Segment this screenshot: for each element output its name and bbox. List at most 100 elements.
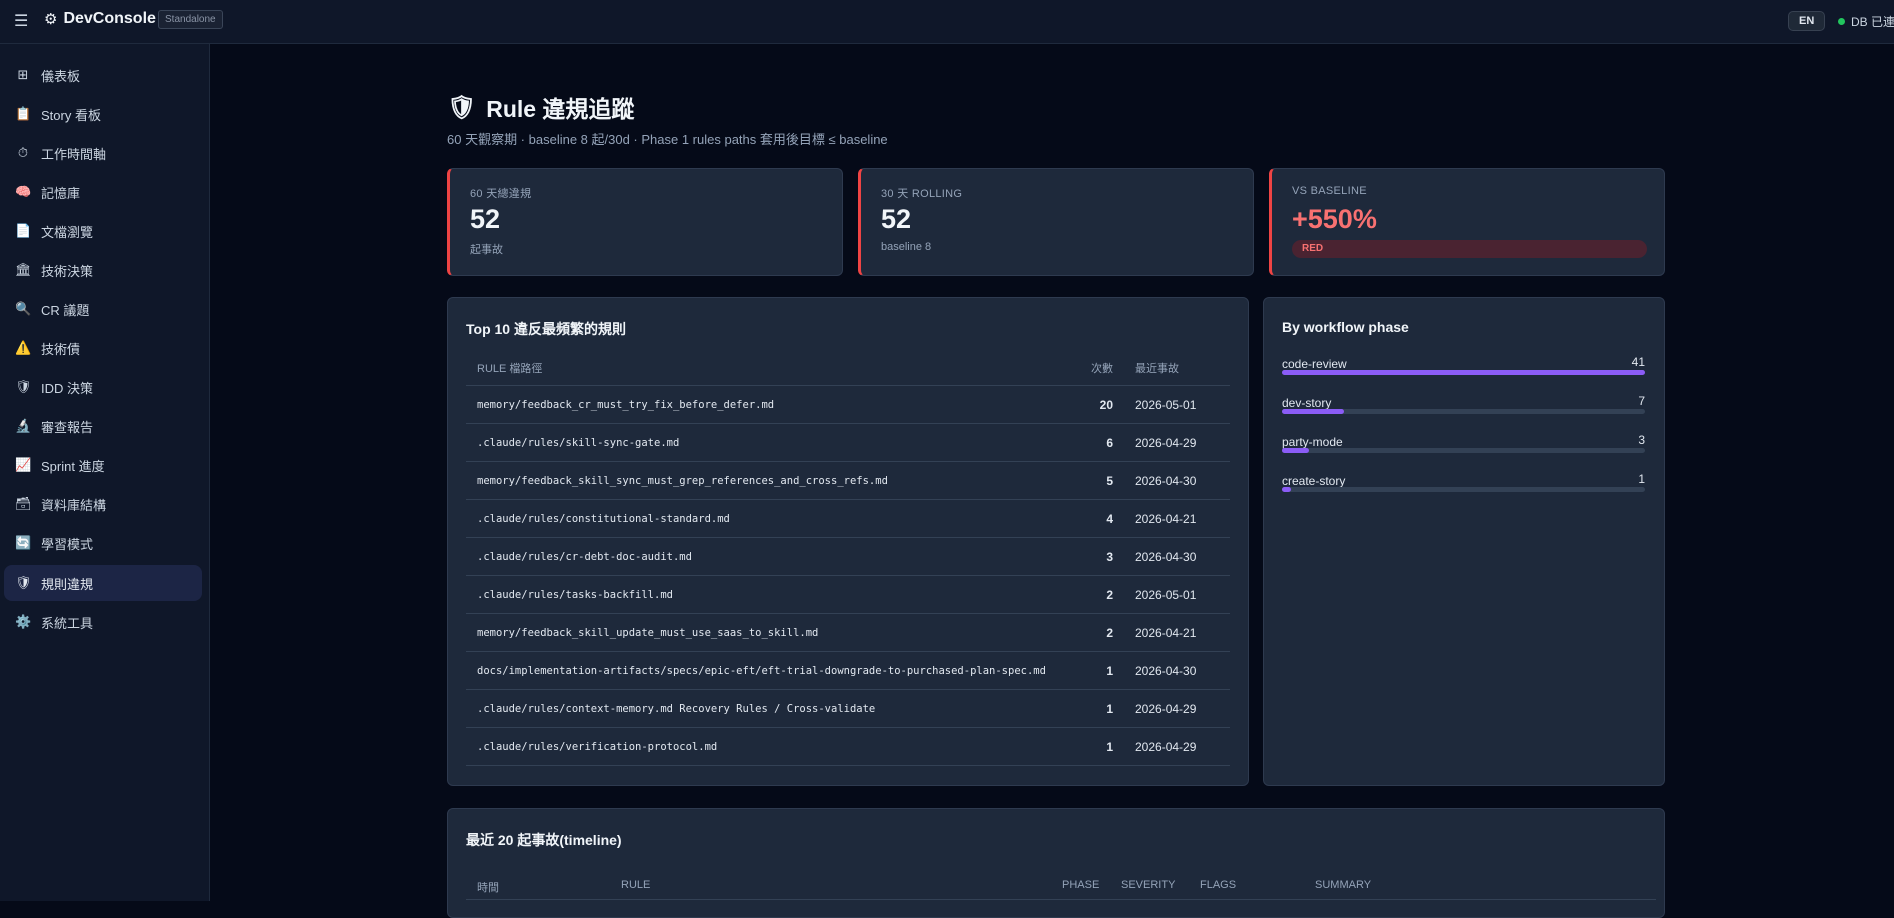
table-row[interactable]: .claude/rules/constitutional-standard.md… bbox=[466, 499, 1230, 538]
card-title: 最近 20 起事故(timeline) bbox=[466, 832, 622, 848]
hamburger-menu-icon[interactable]: ☰ bbox=[14, 11, 28, 31]
sidebar-item-label: Sprint 進度 bbox=[41, 458, 105, 474]
column-header-phase[interactable]: PHASE bbox=[1062, 879, 1099, 891]
stat-label: 30 天 ROLLING bbox=[881, 188, 963, 200]
sidebar-item-story-board[interactable]: 📋 Story 看板 bbox=[4, 96, 202, 132]
sidebar-item-label: CR 議題 bbox=[41, 302, 90, 318]
table-row[interactable]: memory/feedback_skill_update_must_use_sa… bbox=[466, 613, 1230, 652]
card-title: By workflow phase bbox=[1282, 319, 1409, 335]
sidebar: ⊞ 儀表板 📋 Story 看板 ⏱ 工作時間軸 🧠 記憶庫 📄 文檔瀏覽 🏛 … bbox=[0, 44, 210, 901]
workflow-phase-card: By workflow phase code-review 41 dev-sto… bbox=[1263, 297, 1665, 786]
sidebar-item-tech-debt[interactable]: ⚠️ 技術債 bbox=[4, 330, 202, 366]
column-header-path[interactable]: RULE 檔路徑 bbox=[466, 350, 1072, 386]
column-header-summary[interactable]: SUMMARY bbox=[1315, 879, 1371, 891]
rule-path: .claude/rules/skill-sync-gate.md bbox=[466, 423, 1072, 462]
progress-fill bbox=[1282, 448, 1309, 453]
column-header-flags[interactable]: FLAGS bbox=[1200, 879, 1236, 891]
chart-icon: 📈 bbox=[15, 457, 32, 472]
sidebar-item-idd[interactable]: 🛡 IDD 決策 bbox=[4, 369, 202, 405]
rule-path: docs/implementation-artifacts/specs/epic… bbox=[466, 651, 1072, 690]
progress-track bbox=[1282, 409, 1645, 414]
rule-path: .claude/rules/constitutional-standard.md bbox=[466, 499, 1072, 538]
sidebar-item-label: 儀表板 bbox=[41, 68, 81, 84]
page-title-text: Rule 違規追蹤 bbox=[486, 96, 635, 122]
rule-path: memory/feedback_skill_update_must_use_sa… bbox=[466, 613, 1072, 652]
column-header-count[interactable]: 次數 bbox=[1072, 350, 1124, 386]
column-header-time[interactable]: 時間 bbox=[477, 879, 499, 895]
phase-name: create-story bbox=[1282, 474, 1346, 488]
column-header-rule[interactable]: RULE bbox=[621, 879, 650, 891]
rule-path: .claude/rules/tasks-backfill.md bbox=[466, 575, 1072, 614]
table-header-row: RULE 檔路徑 次數 最近事故 bbox=[466, 350, 1230, 386]
page-subtitle: 60 天觀察期 · baseline 8 起/30d · Phase 1 rul… bbox=[447, 132, 888, 147]
violation-count: 4 bbox=[1072, 499, 1124, 538]
sidebar-item-label: 工作時間軸 bbox=[41, 146, 107, 162]
stat-value: 52 bbox=[881, 204, 912, 234]
table-row[interactable]: memory/feedback_cr_must_try_fix_before_d… bbox=[466, 385, 1230, 424]
violation-count: 6 bbox=[1072, 423, 1124, 462]
phase-name: code-review bbox=[1282, 357, 1347, 371]
stat-card-30-day-rolling: 30 天 ROLLING 52 baseline 8 bbox=[858, 168, 1254, 276]
table-row[interactable]: .claude/rules/skill-sync-gate.md 6 2026-04… bbox=[466, 423, 1230, 462]
last-incident-date: 2026-04-30 bbox=[1124, 461, 1230, 500]
stat-value: 52 bbox=[470, 204, 501, 234]
classical-building-icon: 🏛 bbox=[15, 262, 32, 277]
sidebar-item-label: 技術債 bbox=[41, 341, 81, 357]
sidebar-item-memory[interactable]: 🧠 記憶庫 bbox=[4, 174, 202, 210]
microscope-icon: 🔬 bbox=[15, 418, 32, 433]
sidebar-item-system-tools[interactable]: ⚙️ 系統工具 bbox=[4, 604, 202, 640]
top-rules-table: RULE 檔路徑 次數 最近事故 memory/feedback_cr_must… bbox=[466, 350, 1230, 766]
stat-card-vs-baseline: VS BASELINE +550% RED bbox=[1269, 168, 1665, 276]
column-header-severity[interactable]: SEVERITY bbox=[1121, 879, 1175, 891]
divider bbox=[466, 899, 1656, 900]
table-row[interactable]: .claude/rules/context-memory.md Recovery… bbox=[466, 689, 1230, 728]
sidebar-item-label: 記憶庫 bbox=[41, 185, 81, 201]
table-row[interactable]: docs/implementation-artifacts/specs/epic… bbox=[466, 651, 1230, 690]
card-title: Top 10 違反最頻繁的規則 bbox=[466, 321, 626, 337]
sidebar-item-label: 審查報告 bbox=[41, 419, 94, 435]
sidebar-item-label: 資料庫結構 bbox=[41, 497, 107, 513]
stat-label: VS BASELINE bbox=[1292, 185, 1367, 197]
table-row[interactable]: memory/feedback_skill_sync_must_grep_ref… bbox=[466, 461, 1230, 500]
shield-icon: 🛡 bbox=[15, 379, 32, 394]
sidebar-item-reviews[interactable]: 🔬 審查報告 bbox=[4, 408, 202, 444]
phase-row-dev-story: dev-story 7 bbox=[1282, 394, 1645, 414]
violation-count: 5 bbox=[1072, 461, 1124, 500]
column-header-last[interactable]: 最近事故 bbox=[1124, 350, 1230, 386]
language-button[interactable]: EN bbox=[1788, 11, 1826, 31]
table-row[interactable]: .claude/rules/verification-protocol.md 1 2… bbox=[466, 727, 1230, 766]
table-row[interactable]: .claude/rules/cr-debt-doc-audit.md 3 2026-… bbox=[466, 537, 1230, 576]
last-incident-date: 2026-04-30 bbox=[1124, 537, 1230, 576]
brand[interactable]: ⚙ DevConsole bbox=[44, 10, 156, 28]
gear-icon: ⚙ bbox=[44, 11, 58, 28]
sidebar-item-sprint[interactable]: 📈 Sprint 進度 bbox=[4, 447, 202, 483]
last-incident-date: 2026-04-30 bbox=[1124, 651, 1230, 690]
sidebar-item-db-schema[interactable]: 🗃 資料庫結構 bbox=[4, 486, 202, 522]
gear-icon: ⚙️ bbox=[15, 614, 32, 629]
mode-badge: Standalone bbox=[158, 10, 223, 29]
table-row[interactable]: .claude/rules/tasks-backfill.md 2 2026-05-… bbox=[466, 575, 1230, 614]
stat-value: +550% bbox=[1292, 204, 1377, 234]
sidebar-item-rule-violations[interactable]: 🛡 規則違規 bbox=[4, 565, 202, 601]
sidebar-item-label: 規則違規 bbox=[41, 576, 94, 592]
violation-count: 1 bbox=[1072, 689, 1124, 728]
last-incident-date: 2026-04-29 bbox=[1124, 423, 1230, 462]
sidebar-item-learning[interactable]: 🔄 學習模式 bbox=[4, 525, 202, 561]
db-status: DB 已連線 bbox=[1838, 13, 1894, 30]
stat-label: 60 天總違規 bbox=[470, 188, 532, 200]
last-incident-date: 2026-04-29 bbox=[1124, 689, 1230, 728]
status-dot-icon bbox=[1838, 18, 1845, 25]
phase-row-party-mode: party-mode 3 bbox=[1282, 433, 1645, 453]
sidebar-item-decisions[interactable]: 🏛 技術決策 bbox=[4, 252, 202, 288]
last-incident-date: 2026-04-29 bbox=[1124, 727, 1230, 766]
sidebar-item-dashboard[interactable]: ⊞ 儀表板 bbox=[4, 57, 202, 93]
last-incident-date: 2026-04-21 bbox=[1124, 499, 1230, 538]
timeline-card: 最近 20 起事故(timeline) 時間 RULE PHASE SEVERI… bbox=[447, 808, 1665, 918]
sidebar-item-cr-issues[interactable]: 🔍 CR 議題 bbox=[4, 291, 202, 327]
refresh-icon: 🔄 bbox=[15, 535, 32, 550]
sidebar-item-docs[interactable]: 📄 文檔瀏覽 bbox=[4, 213, 202, 249]
rule-path: memory/feedback_cr_must_try_fix_before_d… bbox=[466, 385, 1072, 424]
sidebar-item-label: 技術決策 bbox=[41, 263, 94, 279]
progress-track bbox=[1282, 370, 1645, 375]
sidebar-item-timeline[interactable]: ⏱ 工作時間軸 bbox=[4, 135, 202, 171]
